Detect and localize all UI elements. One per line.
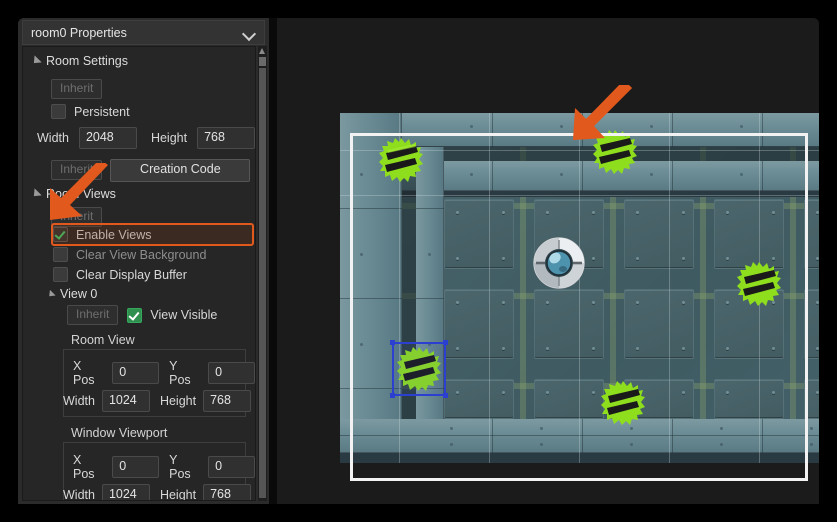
clear-display-buffer-label: Clear Display Buffer — [76, 267, 187, 282]
room-view-ypos-input[interactable]: 0 — [208, 362, 255, 384]
room-view-width-label: Width — [63, 394, 95, 408]
room-properties-panel: room0 Properties Room Settings Inherit P… — [18, 18, 269, 504]
enable-views-label: Enable Views — [76, 227, 152, 242]
clear-view-background-row[interactable]: Clear View Background — [53, 247, 206, 262]
selection-handle[interactable] — [443, 340, 448, 345]
persistent-row: Persistent — [51, 104, 130, 119]
viewport-size-row: Width 1024 Height 768 — [63, 484, 252, 501]
selection-rectangle[interactable] — [392, 342, 446, 396]
creation-code-button[interactable]: Creation Code — [110, 159, 251, 182]
room-width-label: Width — [37, 131, 69, 145]
scrollbar-track[interactable] — [259, 68, 266, 498]
panel-body: Room Settings Inherit Persistent Width 2… — [22, 46, 256, 501]
viewport-height-input[interactable]: 768 — [203, 484, 252, 500]
expander-triangle-icon[interactable] — [46, 289, 56, 299]
selection-handle[interactable] — [390, 393, 395, 398]
room-size-row: Width 2048 Height 768 — [37, 127, 255, 149]
room-height-input[interactable]: 768 — [197, 127, 255, 149]
room-view-size-row: Width 1024 Height 768 — [63, 390, 252, 412]
window-viewport-group-title: Window Viewport — [71, 426, 168, 440]
chevron-down-icon[interactable] — [243, 29, 256, 37]
room-editor-canvas[interactable] — [277, 18, 819, 504]
spike-ball-sprite[interactable] — [736, 261, 782, 307]
section-header-view-0[interactable]: View 0 — [46, 287, 98, 301]
clear-view-background-checkbox[interactable] — [53, 247, 68, 262]
viewport-ypos-label: Y Pos — [169, 453, 191, 481]
inherit-button-room-settings[interactable]: Inherit — [51, 79, 103, 100]
room-view-pos-row: X Pos 0 Y Pos 0 — [73, 359, 255, 387]
room-view-width-input[interactable]: 1024 — [101, 390, 150, 412]
orange-arrow-pointing-to-room-view-top — [573, 85, 632, 140]
metal-sphere-object[interactable] — [532, 236, 586, 290]
screenshot-root: room0 Properties Room Settings Inherit P… — [0, 0, 837, 522]
clear-view-background-label: Clear View Background — [76, 247, 207, 262]
app-window-frame: room0 Properties Room Settings Inherit P… — [18, 18, 819, 504]
persistent-checkbox[interactable] — [51, 104, 66, 119]
orange-arrow-pointing-to-enable-views — [50, 163, 108, 220]
inherit-button-view-0[interactable]: Inherit — [67, 305, 119, 326]
section-header-room-settings[interactable]: Room Settings — [30, 54, 128, 68]
viewport-width-label: Width — [63, 488, 95, 501]
room-view-group-title: Room View — [71, 333, 135, 347]
view-visible-label: View Visible — [150, 308, 218, 323]
spike-ball-sprite[interactable] — [378, 137, 424, 183]
panel-canvas-divider — [269, 18, 277, 504]
panel-header[interactable]: room0 Properties — [22, 20, 265, 45]
room-content[interactable] — [340, 113, 819, 463]
view-visible-row: Inherit View Visible — [67, 305, 218, 326]
window-bottom-edge — [0, 504, 837, 522]
expander-triangle-icon[interactable] — [30, 55, 42, 67]
view-visible-checkbox[interactable] — [127, 307, 143, 323]
viewport-pos-row: X Pos 0 Y Pos 0 — [73, 453, 255, 481]
viewport-ypos-input[interactable]: 0 — [208, 456, 255, 478]
room-settings-inherit-row: Inherit — [51, 79, 103, 100]
room-view-ypos-label: Y Pos — [169, 359, 191, 387]
room-height-label: Height — [150, 131, 188, 145]
enable-views-checkbox[interactable] — [53, 227, 68, 242]
selection-handle[interactable] — [390, 340, 395, 345]
viewport-width-input[interactable]: 1024 — [101, 484, 150, 500]
clear-display-buffer-checkbox[interactable] — [53, 267, 68, 282]
room-view-xpos-label: X Pos — [73, 359, 95, 387]
enable-views-row[interactable]: Enable Views — [53, 227, 152, 242]
section-label-room-settings: Room Settings — [46, 54, 128, 68]
scrollbar-thumb[interactable] — [259, 57, 266, 66]
viewport-height-label: Height — [159, 488, 197, 501]
viewport-xpos-label: X Pos — [73, 453, 95, 481]
room-view-xpos-input[interactable]: 0 — [112, 362, 160, 384]
spike-ball-sprite[interactable] — [600, 380, 646, 426]
scroll-up-arrow-icon[interactable] — [259, 48, 265, 54]
room-view-height-input[interactable]: 768 — [203, 390, 252, 412]
panel-title: room0 Properties — [31, 25, 127, 40]
panel-scrollbar[interactable] — [258, 46, 267, 501]
room-width-input[interactable]: 2048 — [78, 127, 137, 149]
persistent-label: Persistent — [74, 104, 130, 119]
room-view-height-label: Height — [159, 394, 197, 408]
clear-display-buffer-row[interactable]: Clear Display Buffer — [53, 267, 187, 282]
section-label-view-0: View 0 — [60, 287, 98, 301]
viewport-xpos-input[interactable]: 0 — [112, 456, 160, 478]
selection-handle[interactable] — [443, 393, 448, 398]
